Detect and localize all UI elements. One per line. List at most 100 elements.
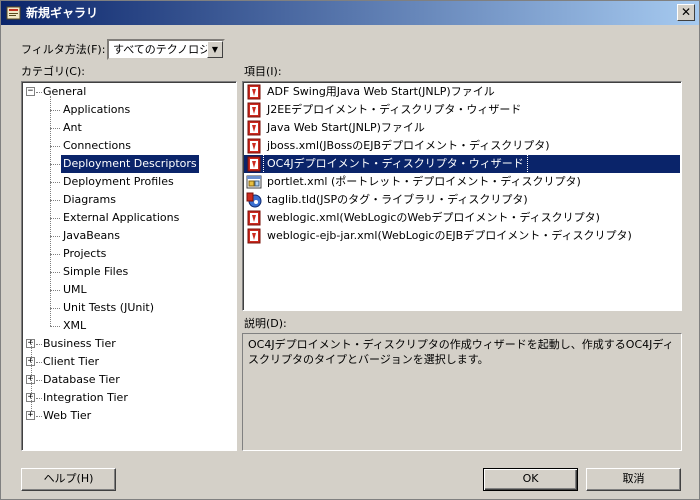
description-label: 説明(D): [244,317,287,330]
tree-item-label: Business Tier [43,337,116,350]
list-item[interactable]: portlet.xml (ポートレット・デプロイメント・ディスクリプタ) [244,173,680,191]
tree-item[interactable]: − General [22,83,236,101]
tree-item[interactable]: Ant [22,119,236,137]
close-icon: ✕ [680,5,692,19]
categories-tree[interactable]: − General Applications Ant Connections Deploy… [21,81,237,451]
tree-item[interactable]: + Web Tier [22,407,236,425]
tree-item-label: External Applications [63,211,180,224]
tree-item[interactable]: + Business Tier [22,335,236,353]
wizard-icon [246,84,262,100]
portlet-icon [246,174,262,190]
items-list[interactable]: ADF Swing用Java Web Start(JNLP)ファイル J2EEデプ… [242,81,682,311]
tree-connector [50,218,60,219]
tree-item[interactable]: Applications [22,101,236,119]
tree-item[interactable]: Deployment Profiles [22,173,236,191]
tree-connector [50,254,60,255]
list-item[interactable]: ADF Swing用Java Web Start(JNLP)ファイル [244,83,680,101]
tree-item-label: General [43,85,87,98]
tree-item-label: UML [63,283,87,296]
ok-button-label: OK [522,472,539,485]
description-text: OC4Jデプロイメント・ディスクリプタの作成ウィザードを起動し、作成するOC4J… [248,338,674,366]
tree-item-label: Client Tier [43,355,100,368]
list-item-label: portlet.xml (ポートレット・デプロイメント・ディスクリプタ) [267,175,581,188]
tree-item-label: Web Tier [43,409,92,422]
tree-item-label: Database Tier [43,373,120,386]
tree-connector [31,339,32,411]
tree-item[interactable]: XML [22,317,236,335]
window-title: 新規ギャラリ [26,6,99,20]
list-item-label: taglib.tld(JSPのタグ・ライブラリ・ディスクリプタ) [267,193,528,206]
tree-item-label: Deployment Profiles [63,175,174,188]
wizard-icon [246,120,262,136]
tree-item[interactable]: Connections [22,137,236,155]
ok-button[interactable]: OK [483,468,578,491]
tree-connector [50,200,60,201]
new-gallery-dialog: 新規ギャラリ ✕ フィルタ方法(F): すべてのテクノロジ ▼ カテゴリ(C):… [0,0,700,500]
list-item[interactable]: weblogic-ejb-jar.xml(WebLogicのEJBデプロイメント… [244,227,680,245]
tree-connector [50,308,60,309]
tree-item[interactable]: JavaBeans [22,227,236,245]
tree-item-label: Applications [63,103,131,116]
tree-item-label: Integration Tier [43,391,128,404]
wizard-icon [246,210,262,226]
tree-item[interactable]: Simple Files [22,263,236,281]
wizard-icon [246,156,262,172]
tree-connector [50,290,60,291]
tree-connector [50,128,60,129]
list-item-label: Java Web Start(JNLP)ファイル [267,121,425,134]
wizard-icon [246,138,262,154]
cancel-button-label: 取消 [622,472,645,485]
tree-item-label: Projects [63,247,107,260]
tree-item-label: Unit Tests (JUnit) [63,301,154,314]
tree-item[interactable]: Unit Tests (JUnit) [22,299,236,317]
tree-item[interactable]: + Database Tier [22,371,236,389]
filter-dropdown[interactable]: すべてのテクノロジ ▼ [107,39,225,60]
tree-item[interactable]: UML [22,281,236,299]
tree-item[interactable]: External Applications [22,209,236,227]
tree-item-label: XML [63,319,87,332]
items-label: 項目(I): [244,65,282,78]
app-icon [6,6,21,20]
tree-connector [50,236,60,237]
list-item[interactable]: Java Web Start(JNLP)ファイル [244,119,680,137]
collapse-icon[interactable]: − [26,87,35,96]
chevron-down-icon[interactable]: ▼ [207,41,223,58]
list-item[interactable]: taglib.tld(JSPのタグ・ライブラリ・ディスクリプタ) [244,191,680,209]
tree-item-label: Simple Files [63,265,129,278]
tree-connector [50,182,60,183]
list-item[interactable]: OC4Jデプロイメント・ディスクリプタ・ウィザード [244,154,680,174]
tree-item[interactable]: + Integration Tier [22,389,236,407]
help-button-label: ヘルプ(H) [43,472,94,485]
list-item-label: J2EEデプロイメント・ディスクリプタ・ウィザード [267,103,522,116]
tree-connector [50,96,51,326]
list-item-label: jboss.xml(JBossのEJBデプロイメント・ディスクリプタ) [267,139,550,152]
list-item[interactable]: weblogic.xml(WebLogicのWebデプロイメント・ディスクリプタ… [244,209,680,227]
help-button[interactable]: ヘルプ(H) [21,468,116,491]
close-button[interactable]: ✕ [677,4,695,21]
list-item-label: weblogic.xml(WebLogicのWebデプロイメント・ディスクリプタ… [267,211,600,224]
description-area: OC4Jデプロイメント・ディスクリプタの作成ウィザードを起動し、作成するOC4J… [242,333,682,451]
taglib-icon [246,192,262,208]
filter-selected-value: すべてのテクノロジ [113,43,211,56]
tree-item[interactable]: Projects [22,245,236,263]
tree-item[interactable]: Diagrams [22,191,236,209]
title-bar: 新規ギャラリ ✕ [1,1,699,25]
tree-connector [50,164,60,165]
expand-icon[interactable]: + [26,411,35,420]
tree-item-label: Deployment Descriptors [61,155,199,173]
tree-item-label: Connections [63,139,131,152]
categories-label: カテゴリ(C): [21,65,85,78]
list-item-label: ADF Swing用Java Web Start(JNLP)ファイル [267,85,495,98]
cancel-button[interactable]: 取消 [586,468,681,491]
filter-label: フィルタ方法(F): [21,43,106,56]
tree-item-label: Diagrams [63,193,116,206]
wizard-icon [246,102,262,118]
list-item[interactable]: J2EEデプロイメント・ディスクリプタ・ウィザード [244,101,680,119]
wizard-icon [246,228,262,244]
tree-connector [50,110,60,111]
list-item[interactable]: jboss.xml(JBossのEJBデプロイメント・ディスクリプタ) [244,137,680,155]
list-item-label: weblogic-ejb-jar.xml(WebLogicのEJBデプロイメント… [267,229,632,242]
tree-item[interactable]: + Client Tier [22,353,236,371]
tree-item[interactable]: Deployment Descriptors [22,155,236,173]
tree-connector [50,146,60,147]
